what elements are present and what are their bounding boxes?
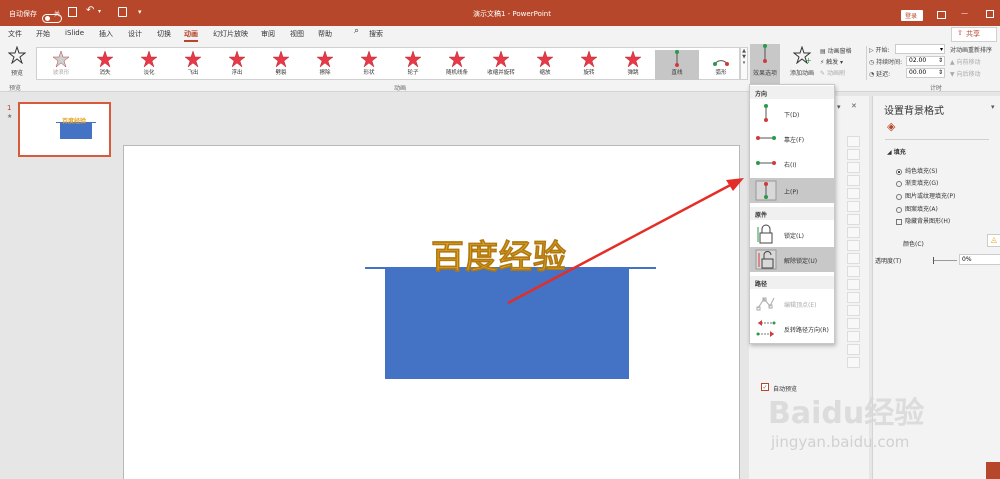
watermark-brand: Baidu经验	[768, 396, 925, 431]
notes-toggle[interactable]	[986, 462, 1000, 479]
watermark-url: jingyan.baidu.com	[771, 433, 910, 451]
annotation-arrow-head	[726, 178, 744, 191]
annotation-arrow-line	[507, 179, 739, 305]
